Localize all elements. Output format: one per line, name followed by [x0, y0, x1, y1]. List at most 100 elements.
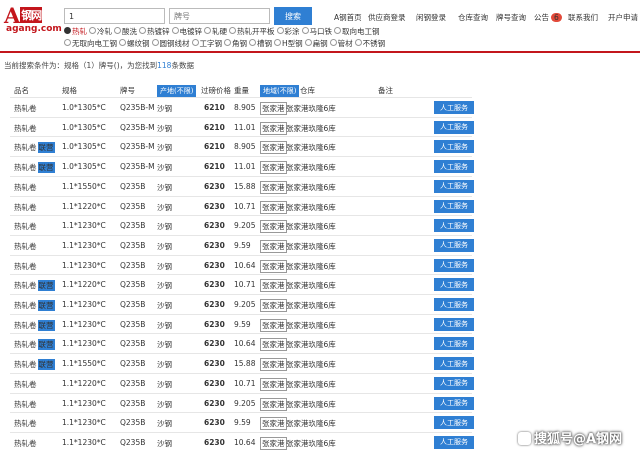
warehouse-cell: 张家港玖隆6库: [286, 300, 336, 311]
site-logo[interactable]: A 钢网 agang.com: [2, 3, 62, 37]
category-radio[interactable]: 取向电工钢: [334, 26, 380, 37]
nav-item-3[interactable]: 仓库查询: [458, 12, 488, 23]
category-radio[interactable]: 无取向电工钢: [64, 38, 117, 49]
radio-dot[interactable]: [114, 27, 121, 34]
origin-cell: 沙钢: [157, 103, 172, 114]
radio-dot[interactable]: [224, 39, 231, 46]
manual-service-button[interactable]: 人工服务: [434, 238, 474, 252]
grade-link[interactable]: Q235B: [120, 300, 145, 309]
radio-dot[interactable]: [329, 39, 337, 46]
radio-dot[interactable]: [89, 27, 96, 34]
category-radio[interactable]: 角钢: [224, 38, 247, 49]
category-radio[interactable]: 不锈钢: [354, 38, 385, 49]
category-radio[interactable]: 管材: [329, 38, 353, 49]
grade-link[interactable]: Q235B: [120, 241, 145, 250]
region-filter-dropdown[interactable]: 地域(不限): [260, 85, 300, 97]
category-radio[interactable]: H型钢: [274, 38, 303, 49]
spec-cell: 1.1*1230*C: [62, 438, 106, 447]
manual-service-button[interactable]: 人工服务: [434, 179, 474, 193]
nav-item-0[interactable]: A钢首页: [334, 12, 362, 23]
warehouse-cell-text: 张家港玖隆6库: [286, 438, 336, 448]
manual-service-button[interactable]: 人工服务: [434, 140, 474, 154]
grade-link[interactable]: Q235B: [120, 418, 145, 427]
grade-link[interactable]: Q235B: [120, 261, 145, 270]
radio-dot[interactable]: [151, 39, 159, 46]
category-radio[interactable]: 冷轧: [89, 26, 112, 37]
grade-link[interactable]: Q235B-M: [120, 103, 155, 112]
nav-item-2[interactable]: 闲钢登录: [416, 12, 446, 23]
grade-link[interactable]: Q235B: [120, 202, 145, 211]
grade-link[interactable]: Q235B-M: [120, 123, 155, 132]
category-radio[interactable]: 热轧: [64, 26, 87, 37]
radio-dot[interactable]: [249, 39, 256, 46]
radio-dot[interactable]: [229, 27, 236, 34]
spec-cell: 1.1*1230*C: [62, 320, 106, 329]
manual-service-button[interactable]: 人工服务: [434, 160, 474, 174]
radio-dot[interactable]: [304, 39, 312, 46]
region-tag-text: 张家港: [262, 379, 285, 389]
manual-service-button[interactable]: 人工服务: [434, 298, 474, 311]
radio-dot[interactable]: [301, 27, 309, 34]
category-radio[interactable]: 电镀锌: [171, 26, 202, 37]
radio-dot[interactable]: [204, 27, 211, 34]
nav-item-4[interactable]: 牌号查询: [496, 12, 526, 23]
price-cell-text: 6230: [204, 418, 225, 428]
radio-dot[interactable]: [171, 27, 179, 34]
manual-service-button[interactable]: 人工服务: [434, 416, 474, 430]
category-radio[interactable]: 热镀锌: [139, 26, 170, 37]
radio-dot[interactable]: [139, 27, 146, 34]
grade-link[interactable]: Q235B: [120, 438, 145, 447]
grade-link[interactable]: Q235B-M: [120, 142, 155, 151]
grade-link[interactable]: Q235B: [120, 221, 145, 230]
manual-service-button[interactable]: 人工服务: [434, 357, 474, 371]
nav-item-5[interactable]: 公告 6: [534, 12, 562, 23]
nav-item-7[interactable]: 开户申请: [608, 12, 638, 23]
category-radio[interactable]: 螺纹钢: [119, 38, 150, 49]
grade-link[interactable]: Q235B: [120, 280, 145, 289]
grade-link[interactable]: Q235B-M: [120, 162, 155, 171]
radio-dot[interactable]: [64, 27, 71, 34]
radio-dot[interactable]: [191, 39, 199, 46]
search-button[interactable]: 搜索: [274, 7, 312, 25]
category-radio[interactable]: 工字钢: [191, 38, 222, 49]
manual-service-button[interactable]: 人工服务: [434, 396, 474, 410]
manual-service-button[interactable]: 人工服务: [434, 317, 474, 331]
grade-search-input[interactable]: [169, 8, 270, 24]
grade-link[interactable]: Q235B: [120, 182, 145, 191]
grade-link[interactable]: Q235B: [120, 379, 145, 388]
category-radio[interactable]: 槽钢: [249, 38, 272, 49]
origin-filter-dropdown[interactable]: 产地(不限): [157, 85, 197, 97]
spec-search-input[interactable]: [64, 8, 165, 24]
radio-dot[interactable]: [274, 39, 281, 46]
manual-service-button[interactable]: 人工服务: [434, 199, 474, 213]
category-radio[interactable]: 酸洗: [114, 26, 137, 37]
radio-dot[interactable]: [64, 39, 71, 46]
nav-item-6[interactable]: 联系我们: [568, 12, 598, 23]
category-radio[interactable]: 热轧开平板: [229, 26, 275, 37]
category-radio[interactable]: 马口铁: [301, 26, 332, 37]
manual-service-button[interactable]: 人工服务: [434, 337, 474, 351]
manual-service-button[interactable]: 人工服务: [434, 101, 474, 114]
category-radio[interactable]: 扁钢: [304, 38, 328, 49]
manual-service-button[interactable]: 人工服务: [434, 258, 474, 272]
price-cell: 6230: [204, 379, 225, 388]
category-radio[interactable]: 圆钢线材: [151, 38, 190, 49]
radio-dot[interactable]: [334, 27, 341, 34]
nav-item-1[interactable]: 供应商登录: [368, 12, 406, 23]
radio-dot[interactable]: [119, 39, 126, 46]
manual-service-button[interactable]: 人工服务: [434, 120, 474, 134]
grade-link[interactable]: Q235B: [120, 399, 145, 408]
category-label: 酸洗: [122, 27, 137, 36]
manual-service-button[interactable]: 人工服务: [434, 376, 474, 390]
warehouse-cell: 张家港玖隆6库: [286, 162, 336, 173]
manual-service-button[interactable]: 人工服务: [434, 278, 474, 292]
manual-service-button[interactable]: 人工服务: [434, 219, 474, 233]
grade-link[interactable]: Q235B: [120, 339, 145, 348]
category-radio[interactable]: 彩涂: [276, 26, 300, 37]
category-radio[interactable]: 轧硬: [204, 26, 227, 37]
radio-dot[interactable]: [354, 39, 362, 46]
manual-service-button[interactable]: 人工服务: [434, 435, 474, 449]
radio-dot[interactable]: [276, 27, 284, 34]
grade-link[interactable]: Q235B: [120, 320, 145, 329]
grade-link[interactable]: Q235B: [120, 359, 145, 368]
